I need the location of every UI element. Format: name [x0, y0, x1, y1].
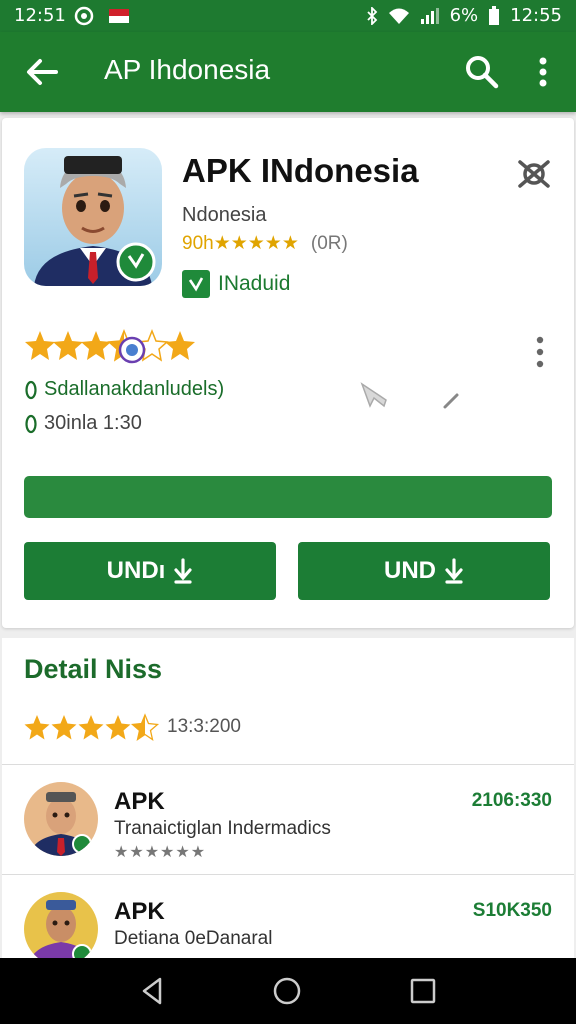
divider [2, 874, 574, 875]
bluetooth-icon [366, 6, 377, 25]
detail-rating: 13:3:200 [24, 712, 241, 742]
app-icon [24, 148, 162, 286]
app-card: APK INdonesia Ndonesia 90h★★★★★ (0R) INa… [2, 118, 574, 628]
divider [2, 764, 574, 765]
wifi-icon [388, 8, 409, 24]
app-bar: AP Ihdonesia [0, 32, 576, 112]
progress-bar [24, 476, 552, 518]
meta-line-2: 30inla 1:30 [24, 412, 142, 435]
leaf-icon [25, 380, 37, 399]
overflow-menu-icon[interactable] [528, 332, 552, 372]
download-button-1-label: UNDı [106, 557, 166, 584]
item-stars: ★★★★★★ [114, 842, 207, 861]
item-name: APK [114, 788, 165, 815]
download-button-2-label: UND [384, 557, 436, 584]
app-stars [24, 328, 196, 364]
detail-title: Detail Niss [24, 654, 163, 684]
download-icon [174, 558, 192, 584]
item-subtitle: Detiana 0eDanaral [114, 928, 273, 949]
meta-text-1: Sdallanakdanludels) [44, 378, 225, 400]
status-time-left: 12:51 [14, 5, 66, 26]
item-subtitle: Tranaictiglan Indermadics [114, 818, 331, 839]
detail-section: Detail Niss 13:3:200 APK Tranaictiglan I… [2, 638, 574, 966]
app-name: APK INdonesia [182, 152, 419, 189]
avatar [24, 892, 98, 966]
star-rating-icon [24, 714, 159, 741]
leaf-icon [25, 414, 37, 433]
installed-status: INaduid [182, 270, 290, 298]
installed-check-icon [182, 270, 210, 298]
rating-count: (0R) [310, 232, 348, 254]
list-item[interactable]: APK Tranaictiglan Indermadics ★★★★★★ 210… [2, 766, 574, 874]
signal-icon [420, 7, 439, 24]
nav-back-icon[interactable] [136, 974, 170, 1008]
download-icon [445, 558, 463, 584]
download-button-1[interactable]: UNDı [24, 542, 276, 600]
page-title: AP Ihdonesia [104, 54, 271, 85]
item-name: APK [114, 898, 165, 925]
item-value: S10K350 [472, 900, 552, 921]
edit-icon [443, 393, 459, 409]
item-value: 2106:330 [471, 790, 552, 811]
flag-icon [109, 9, 129, 23]
nav-home-icon[interactable] [270, 974, 304, 1008]
rating-text: 90h★★★★★ [182, 233, 299, 254]
download-button-2[interactable]: UND [298, 542, 550, 600]
app-rating: 90h★★★★★ (0R) [182, 232, 348, 255]
cursor-icon [360, 382, 387, 408]
meta-text-2: 30inla 1:30 [44, 412, 142, 434]
more-vert-icon[interactable] [528, 52, 558, 92]
installed-label: INaduid [218, 272, 291, 295]
developer-name: Ndonesia [182, 204, 267, 226]
star-rating-icon [25, 330, 195, 364]
meta-line-1: Sdallanakdanludels) [24, 378, 224, 401]
notification-icon [74, 6, 94, 26]
battery-percent: 6% [449, 5, 479, 26]
status-time-right: 12:55 [510, 5, 562, 26]
back-arrow-icon[interactable] [22, 52, 62, 92]
battery-icon [489, 5, 500, 25]
search-icon[interactable] [462, 52, 502, 92]
avatar [24, 782, 98, 856]
status-bar: 12:51 6% 12:55 [0, 0, 576, 32]
system-nav-bar [0, 958, 576, 1024]
detail-rating-value: 13:3:200 [167, 716, 241, 737]
nav-recents-icon[interactable] [406, 974, 440, 1008]
share-icon[interactable] [514, 154, 554, 194]
